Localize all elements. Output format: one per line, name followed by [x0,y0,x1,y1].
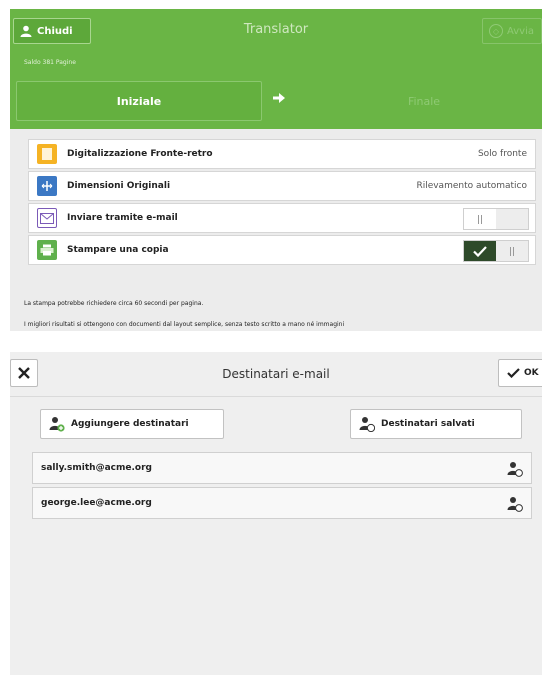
recipient-list: sally.smith@acme.org george.lee@acme.org [32,452,532,522]
add-recipients-label: Aggiungere destinatari [71,419,189,429]
setting-label: Dimensioni Originali [67,181,171,191]
setting-label: Stampare una copia [67,245,169,255]
size-icon [37,176,57,196]
target-language-button[interactable]: Finale [306,81,542,121]
translator-panel: Chiudi Translator ◇ Avvia Saldo 381 Pagi… [10,9,542,331]
toggle-off-side [496,241,528,261]
checkmark-icon [473,245,487,257]
saved-recipients-label: Destinatari salvati [381,419,475,429]
email-icon [37,208,57,228]
setting-send-email[interactable]: Inviare tramite e-mail [28,203,536,233]
recipient-email: sally.smith@acme.org [41,463,152,473]
ok-button-label: OK [524,368,539,378]
add-user-icon [49,417,65,432]
note-line: La stampa potrebbe richiedere circa 60 s… [24,300,204,307]
target-language-label: Finale [407,94,441,108]
setting-label: Inviare tramite e-mail [67,213,178,223]
email-recipients-panel: Destinatari e-mail OK Aggiungere destina… [10,352,542,675]
settings-list: Digitalizzazione Fronte-retro Solo front… [28,139,536,267]
email-title: Destinatari e-mail [222,367,330,381]
recipient-row[interactable]: george.lee@acme.org [32,487,532,519]
print-toggle[interactable] [463,240,529,262]
setting-print-copy[interactable]: Stampare una copia [28,235,536,265]
info-notes: La stampa potrebbe richiedere circa 60 s… [24,293,539,331]
start-button-label: Avvia [507,25,534,37]
setting-label: Digitalizzazione Fronte-retro [67,149,213,159]
document-icon [37,144,57,164]
add-recipients-button[interactable]: Aggiungere destinatari [40,409,224,439]
arrow-right-icon [273,93,285,103]
email-toggle[interactable] [463,208,529,230]
printer-icon [37,240,57,260]
recipient-email: george.lee@acme.org [41,498,152,508]
setting-value: Solo fronte [477,149,527,159]
ok-button[interactable]: OK [498,359,542,387]
note-line: I migliori risultati si ottengono con do… [24,321,345,328]
setting-duplex-scan[interactable]: Digitalizzazione Fronte-retro Solo front… [28,139,536,169]
setting-original-size[interactable]: Dimensioni Originali Rilevamento automat… [28,171,536,201]
app-title: Translator [243,22,309,37]
source-language-label: Iniziale [116,94,162,108]
recipient-row[interactable]: sally.smith@acme.org [32,452,532,484]
saved-user-icon [359,417,375,432]
start-icon: ◇ [489,24,503,38]
setting-value: Rilevamento automatico [416,181,527,191]
source-language-button[interactable]: Iniziale [16,81,262,121]
toggle-on-side [496,209,528,229]
email-header: Destinatari e-mail OK [10,352,542,397]
contact-icon[interactable] [507,496,523,512]
toggle-off-side [464,209,496,229]
start-button[interactable]: ◇ Avvia [482,18,542,44]
saved-recipients-button[interactable]: Destinatari salvati [350,409,522,439]
translator-header: Chiudi Translator ◇ Avvia Saldo 381 Pagi… [10,9,542,129]
contact-icon[interactable] [507,461,523,477]
checkmark-icon [507,368,520,378]
pages-balance: Saldo 381 Pagine [24,59,76,66]
toggle-check-side [464,241,496,261]
